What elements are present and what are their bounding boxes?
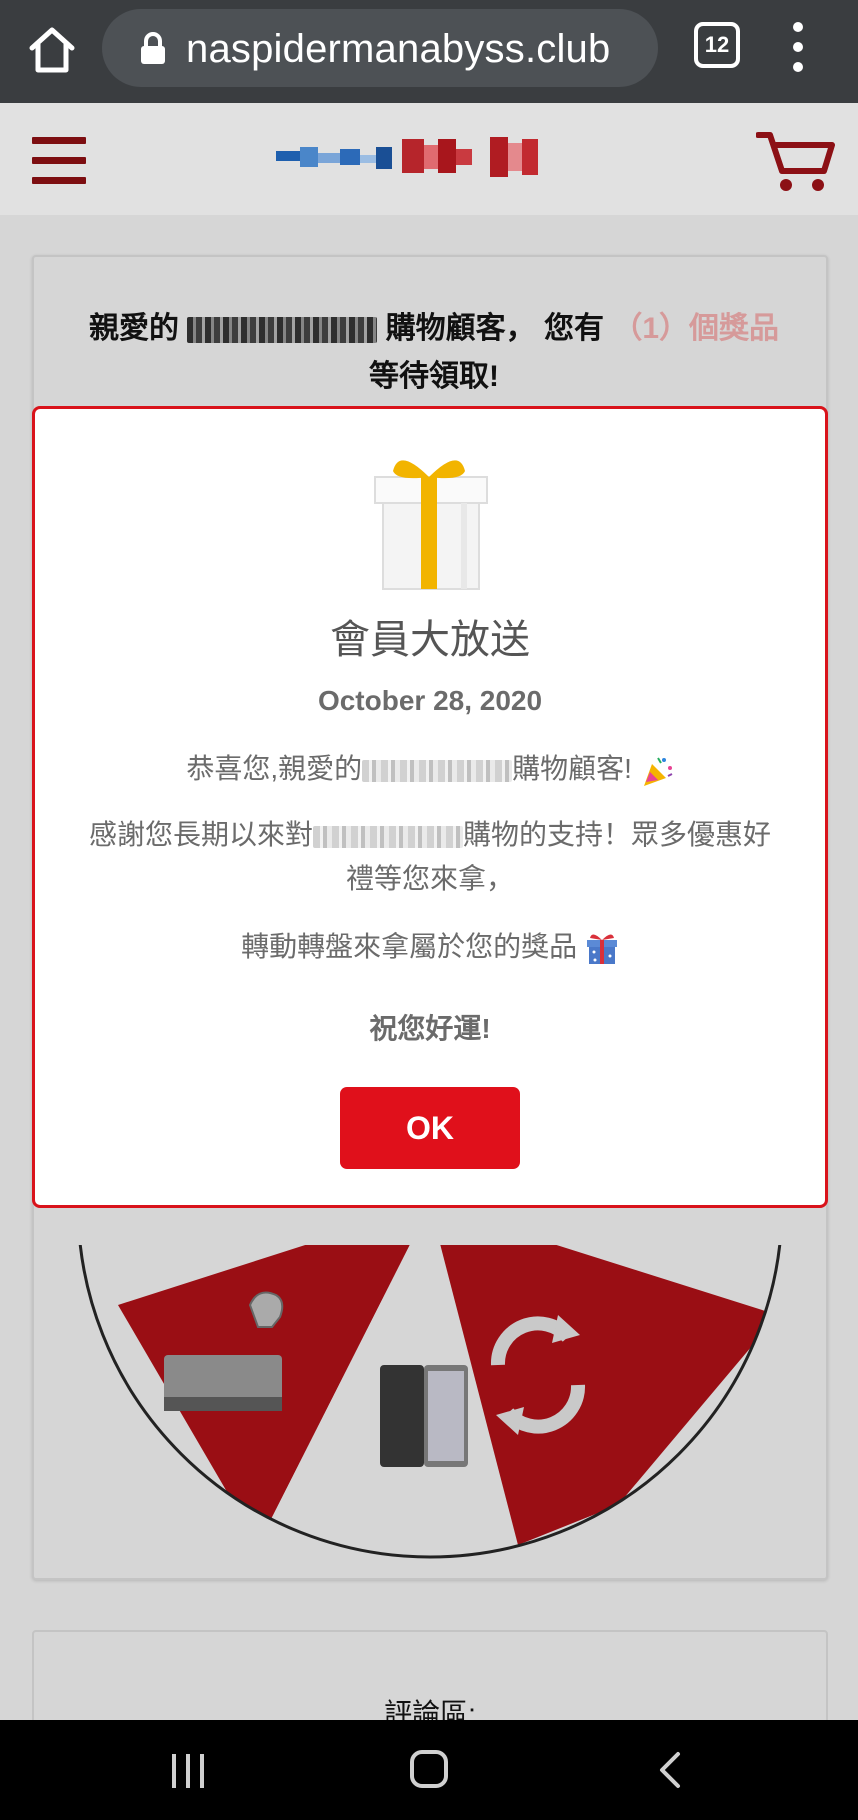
ok-button[interactable]: OK xyxy=(340,1087,520,1169)
site-header xyxy=(0,103,858,215)
thanks-prefix: 感謝您長期以來對 xyxy=(88,819,313,850)
congrats-suffix: 購物顧客! xyxy=(512,753,632,784)
back-icon[interactable] xyxy=(656,1750,684,1790)
lock-icon xyxy=(141,32,165,64)
message-mid: 購物顧客， 您有 xyxy=(385,312,604,345)
modal-title: 會員大放送 xyxy=(330,618,530,662)
cart-icon[interactable] xyxy=(756,129,836,195)
address-bar[interactable]: naspidermanabyss.club xyxy=(102,9,658,87)
spin-instruction: 轉動轉盤來拿屬於您的獎品 xyxy=(35,925,825,966)
site-logo[interactable] xyxy=(276,133,586,181)
message-prefix: 親愛的 xyxy=(88,312,179,345)
message-suffix: 等待領取! xyxy=(369,360,499,393)
redacted-store-name xyxy=(187,317,378,344)
spin-text: 轉動轉盤來拿屬於您的獎品 xyxy=(241,931,578,962)
recents-icon[interactable] xyxy=(170,1754,208,1788)
browser-toolbar: naspidermanabyss.club 12 xyxy=(0,0,858,103)
tab-switcher-icon[interactable]: 12 xyxy=(694,22,740,68)
modal-date: October 28, 2020 xyxy=(317,685,543,716)
url-text[interactable]: naspidermanabyss.club xyxy=(186,27,610,72)
party-popper-icon xyxy=(643,757,673,786)
hamburger-menu-icon[interactable] xyxy=(32,137,86,185)
good-luck-text: 祝您好運! xyxy=(369,1013,491,1044)
gift-box-icon xyxy=(374,460,488,590)
redacted-store-name xyxy=(313,825,463,848)
prize-count: （1）個獎品 xyxy=(612,312,780,345)
thanks-line: 感謝您長期以來對 購物的支持！眾多優惠好禮等您來拿， xyxy=(75,813,785,901)
congrats-line: 恭喜您,親愛的 購物顧客! xyxy=(35,747,825,788)
smartphone-prize xyxy=(380,1365,468,1467)
system-nav-bar xyxy=(0,1720,858,1820)
prize-modal: 會員大放送 October 28, 2020 恭喜您,親愛的 購物顧客! 感謝您長… xyxy=(32,406,828,1208)
home-icon[interactable] xyxy=(24,22,80,78)
nav-home-icon[interactable] xyxy=(410,1750,448,1788)
gift-icon xyxy=(586,934,617,964)
redacted-store-name xyxy=(362,759,513,782)
more-vert-icon[interactable] xyxy=(786,22,810,72)
congrats-prefix: 恭喜您,親愛的 xyxy=(186,753,363,784)
prize-message: 親愛的 購物顧客， 您有 （1）個獎品 等待領取! xyxy=(74,305,794,401)
